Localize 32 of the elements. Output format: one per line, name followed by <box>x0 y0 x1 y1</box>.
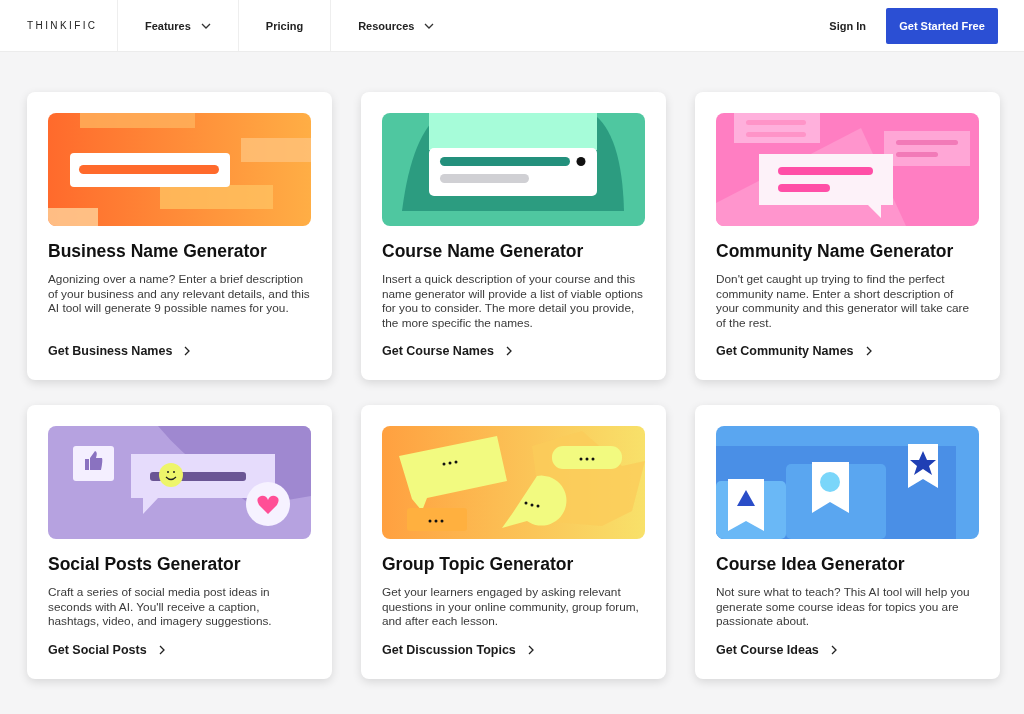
nav-menu-item[interactable]: Pricing <box>237 0 331 51</box>
card-link[interactable]: Get Course Ideas <box>716 642 837 657</box>
nav-menu-item[interactable]: Resources <box>330 0 462 51</box>
card-description: Insert a quick description of your course and this name generator will provide a list of viable options for you to consider. The more detail you provide, the more specific the names. <box>382 272 644 330</box>
chevron-right-icon <box>184 346 191 356</box>
chevron-right-icon <box>158 644 165 655</box>
card-description: Get your learners engaged by asking relevant questions in your online community, group forum, and after each lesson. <box>382 585 640 629</box>
logo[interactable]: THINKIFIC <box>0 0 117 51</box>
card-description: Not sure what to teach? This AI tool will help you generate some course ideas for topics you are passionate about. <box>716 585 971 629</box>
chevron-right-icon <box>527 644 534 655</box>
card-title: Social Posts Generator <box>48 554 242 575</box>
card-title: Course Idea Generator <box>716 554 906 575</box>
chevron-right-icon <box>830 644 837 655</box>
card-link[interactable]: Get Discussion Topics <box>382 642 534 657</box>
chevron-right-icon <box>505 346 512 356</box>
chevron-right-icon <box>865 346 872 356</box>
card-link[interactable]: Get Social Posts <box>48 642 165 657</box>
card-title: Business Name Generator <box>48 241 268 262</box>
card-link[interactable]: Get Business Names <box>48 344 191 358</box>
chevron-down-icon <box>424 22 435 29</box>
card-description: Don't get caught up trying to find the perfect community name. Enter a short description of your community and this generator will take care of the rest. <box>716 272 971 330</box>
sign-in-link[interactable]: Sign In <box>829 19 866 32</box>
card-link[interactable]: Get Community Names <box>716 344 872 358</box>
card-link[interactable]: Get Course Names <box>382 344 512 358</box>
get-started-button[interactable]: Get Started Free <box>886 7 998 44</box>
card-title: Group Topic Generator <box>382 554 575 575</box>
card-description: Craft a series of social media post ideas in seconds with AI. You'll receive a caption, hashtags, video, and imagery suggestions. <box>48 585 273 629</box>
card-title: Community Name Generator <box>716 241 955 262</box>
card-title: Course Name Generator <box>382 241 585 262</box>
nav-menu-item[interactable]: Features <box>117 0 238 51</box>
card-description: Agonizing over a name? Enter a brief description of your business and any relevant details, and this AI tool will generate 9 possible names for you. <box>48 272 311 317</box>
chevron-down-icon <box>200 22 211 29</box>
